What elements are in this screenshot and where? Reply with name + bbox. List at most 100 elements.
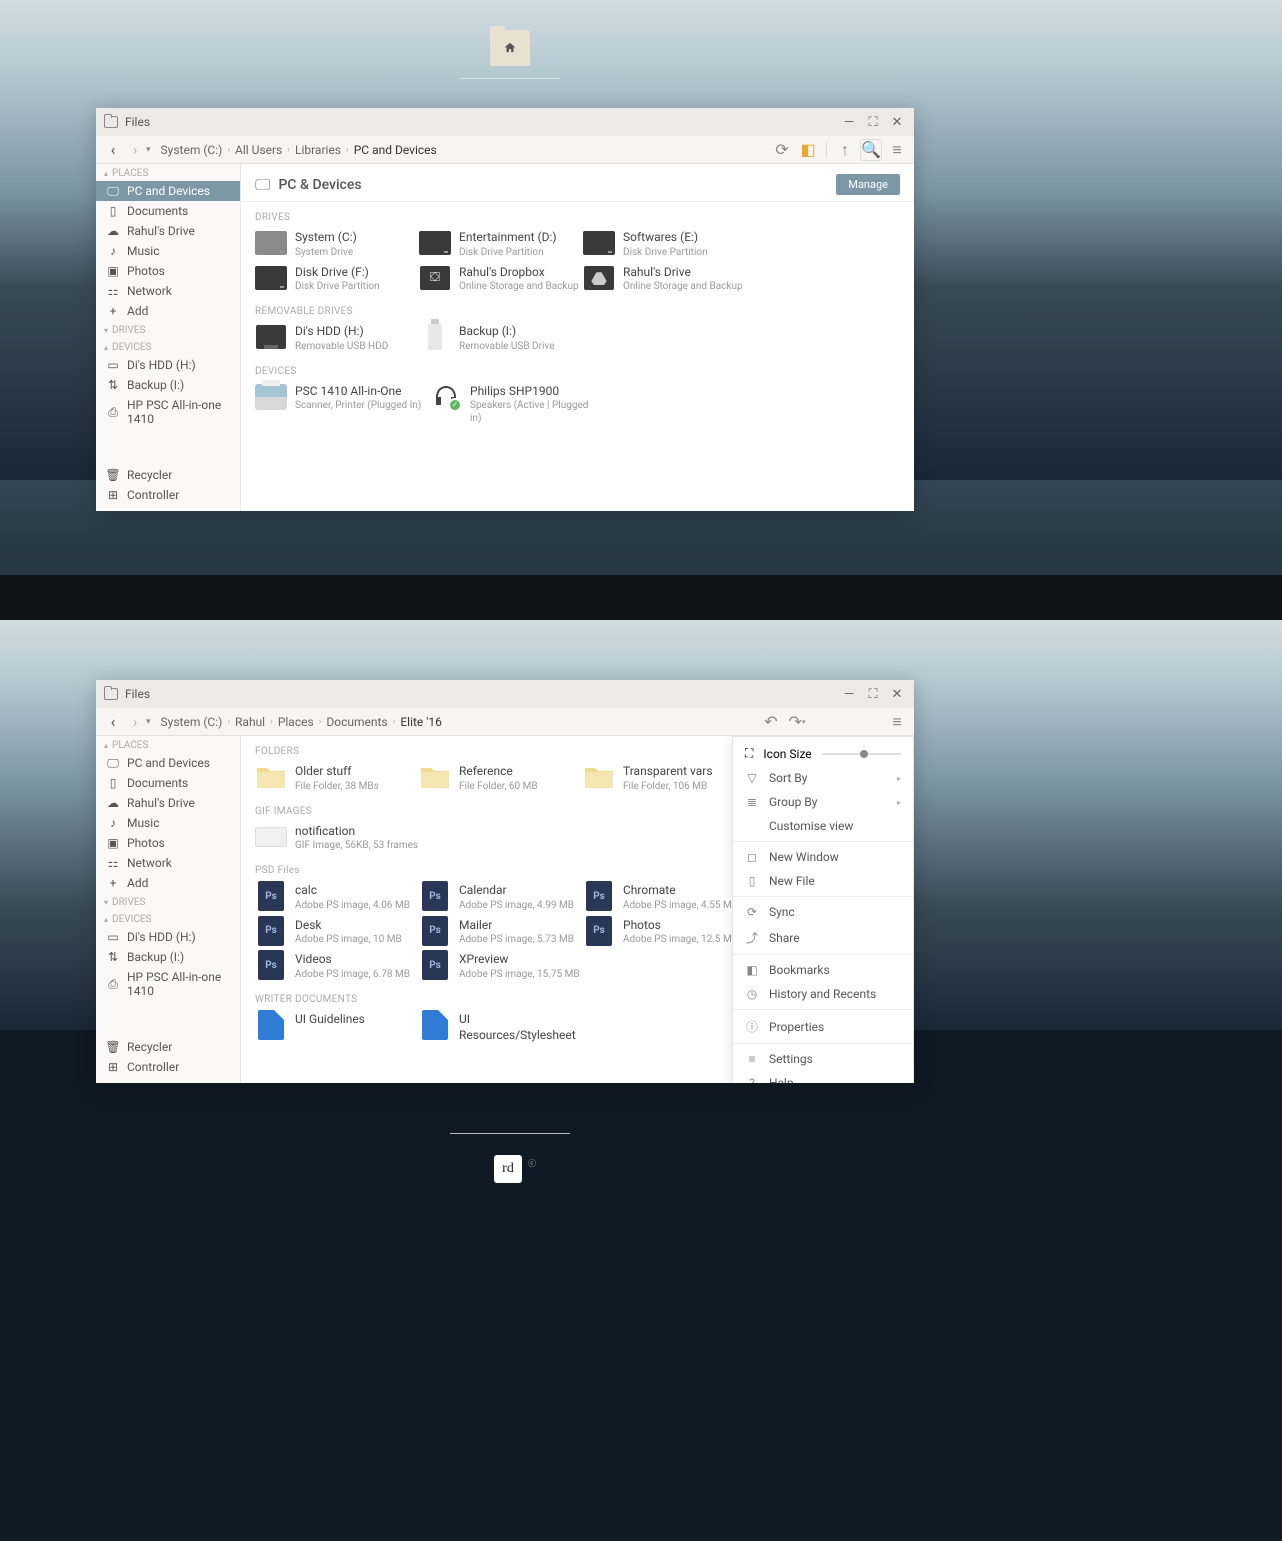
sidebar-section-devices[interactable]: ▴DEVICES: [96, 338, 240, 355]
file-item[interactable]: PsVideosAdobe PS image, 6.78 MB: [255, 949, 419, 984]
removable-item[interactable]: Backup (I:)Removable USB Drive: [419, 321, 583, 356]
menu-share[interactable]: ⤴Share: [733, 924, 913, 951]
sidebar-section-drives[interactable]: ▾DRIVES: [96, 893, 240, 910]
menu-icon[interactable]: ≡: [886, 711, 908, 733]
maximize-button[interactable]: ⛶: [864, 113, 882, 131]
menu-help[interactable]: ?Help: [733, 1071, 913, 1083]
sidebar-item-hdd[interactable]: ▭Di's HDD (H:): [96, 927, 240, 947]
history-dropdown[interactable]: ▾: [146, 717, 151, 727]
up-icon[interactable]: ↑: [834, 139, 856, 161]
device-item[interactable]: ✓Philips SHP1900Speakers (Active | Plugg…: [430, 381, 594, 429]
breadcrumb[interactable]: System (C:): [157, 715, 227, 729]
sidebar-item-drive[interactable]: ☁Rahul's Drive: [96, 221, 240, 241]
breadcrumb[interactable]: All Users: [231, 143, 286, 157]
sidebar-item-recycler[interactable]: 🗑Recycler: [96, 1037, 240, 1057]
manage-button[interactable]: Manage: [836, 174, 900, 195]
back-button[interactable]: ‹: [102, 139, 124, 161]
history-dropdown[interactable]: ▾: [146, 145, 151, 155]
breadcrumb[interactable]: Rahul: [231, 715, 269, 729]
close-button[interactable]: ✕: [888, 685, 906, 703]
file-item[interactable]: PsChromateAdobe PS image, 4.55 MB: [583, 880, 747, 915]
breadcrumb-current[interactable]: PC and Devices: [350, 143, 441, 157]
bookmark-icon[interactable]: ◧: [797, 139, 819, 161]
menu-sort-by[interactable]: ▽Sort By▸: [733, 766, 913, 790]
menu-properties[interactable]: ⓘProperties: [733, 1013, 913, 1040]
sidebar-section-drives[interactable]: ▾DRIVES: [96, 321, 240, 338]
menu-customise[interactable]: Customise view: [733, 814, 913, 838]
device-item[interactable]: PSC 1410 All-in-OneScanner, Printer (Plu…: [255, 381, 430, 429]
drive-item[interactable]: Softwares (E:)Disk Drive Partition: [583, 227, 747, 262]
drive-item[interactable]: ⛋Rahul's DropboxOnline Storage and Backu…: [419, 262, 583, 297]
minimize-button[interactable]: —: [840, 113, 858, 131]
breadcrumb[interactable]: System (C:): [157, 143, 227, 157]
sidebar-item-backup[interactable]: ⇅Backup (I:): [96, 375, 240, 395]
file-item[interactable]: PsCalendarAdobe PS image, 4.99 MB: [419, 880, 583, 915]
forward-button[interactable]: ›: [124, 711, 146, 733]
sidebar-item-printer[interactable]: ⎙HP PSC All-in-one 1410: [96, 967, 240, 1001]
folder-item[interactable]: Older stuffFile Folder, 38 MBs: [255, 761, 419, 796]
maximize-button[interactable]: ⛶: [864, 685, 882, 703]
breadcrumb[interactable]: Libraries: [291, 143, 345, 157]
sidebar-item-recycler[interactable]: 🗑Recycler: [96, 465, 240, 485]
menu-history[interactable]: ◷History and Recents: [733, 982, 913, 1006]
drive-item[interactable]: Entertainment (D:)Disk Drive Partition: [419, 227, 583, 262]
menu-new-file[interactable]: ▯New File: [733, 869, 913, 893]
sidebar-item-controller[interactable]: ⊞Controller: [96, 1057, 240, 1077]
close-button[interactable]: ✕: [888, 113, 906, 131]
breadcrumb-current[interactable]: Elite '16: [396, 715, 446, 729]
file-item[interactable]: PsXPreviewAdobe PS image, 15.75 MB: [419, 949, 583, 984]
redo-icon[interactable]: ↷▾: [786, 711, 808, 733]
sidebar-item-pc-devices[interactable]: 🖵PC and Devices: [96, 753, 240, 773]
sidebar-item-controller[interactable]: ⊞Controller: [96, 485, 240, 505]
sidebar-item-photos[interactable]: ▣Photos: [96, 261, 240, 281]
sidebar-item-add[interactable]: +Add: [96, 873, 240, 893]
minimize-button[interactable]: —: [840, 685, 858, 703]
file-item[interactable]: PsMailerAdobe PS image, 5.73 MB: [419, 915, 583, 950]
file-item[interactable]: PsPhotosAdobe PS image, 12.5 MB: [583, 915, 747, 950]
sidebar-item-backup[interactable]: ⇅Backup (I:): [96, 947, 240, 967]
drive-item[interactable]: Rahul's DriveOnline Storage and Backup: [583, 262, 747, 297]
folder-item[interactable]: ReferenceFile Folder, 60 MB: [419, 761, 583, 796]
menu-bookmarks[interactable]: ◧Bookmarks: [733, 958, 913, 982]
file-item[interactable]: UI Guidelines: [255, 1009, 419, 1046]
sidebar-item-documents[interactable]: ▯Documents: [96, 201, 240, 221]
breadcrumb[interactable]: Places: [274, 715, 318, 729]
sidebar-item-pc-devices[interactable]: 🖵PC and Devices: [96, 181, 240, 201]
menu-icon-size[interactable]: ⛶Icon Size: [733, 741, 913, 766]
sidebar-item-network[interactable]: ⚏Network: [96, 281, 240, 301]
sidebar-section-places[interactable]: ▴PLACES: [96, 736, 240, 753]
sidebar-item-network[interactable]: ⚏Network: [96, 853, 240, 873]
search-icon[interactable]: 🔍: [860, 139, 882, 161]
menu-sync[interactable]: ⟳Sync: [733, 900, 913, 924]
drive-item[interactable]: Disk Drive (F:)Disk Drive Partition: [255, 262, 419, 297]
sidebar-item-drive[interactable]: ☁Rahul's Drive: [96, 793, 240, 813]
sidebar-item-printer[interactable]: ⎙HP PSC All-in-one 1410: [96, 395, 240, 429]
sidebar-item-photos[interactable]: ▣Photos: [96, 833, 240, 853]
file-item[interactable]: PsDeskAdobe PS image, 10 MB: [255, 915, 419, 950]
sidebar-item-music[interactable]: ♪Music: [96, 813, 240, 833]
file-item[interactable]: notificationGIF Image, 56KB, 53 frames: [255, 821, 419, 856]
forward-button[interactable]: ›: [124, 139, 146, 161]
sidebar-item-add[interactable]: +Add: [96, 301, 240, 321]
menu-settings[interactable]: ≡Settings: [733, 1047, 913, 1071]
drive-item[interactable]: System (C:)System Drive: [255, 227, 419, 262]
desktop-home-folder[interactable]: [490, 30, 530, 66]
menu-icon[interactable]: ≡: [886, 139, 908, 161]
menu-group-by[interactable]: ≣Group By▸: [733, 790, 913, 814]
breadcrumb[interactable]: Documents: [322, 715, 391, 729]
removable-item[interactable]: Di's HDD (H:)Removable USB HDD: [255, 321, 419, 356]
sidebar-item-documents[interactable]: ▯Documents: [96, 773, 240, 793]
file-item[interactable]: UI Resources/Stylesheet: [419, 1009, 583, 1046]
file-item[interactable]: PscalcAdobe PS image, 4.06 MB: [255, 880, 419, 915]
undo-icon[interactable]: ↶: [760, 711, 782, 733]
window-icon: ◻: [745, 850, 759, 864]
folder-item[interactable]: Transparent varsFile Folder, 106 MB: [583, 761, 747, 796]
sidebar-item-music[interactable]: ♪Music: [96, 241, 240, 261]
back-button[interactable]: ‹: [102, 711, 124, 733]
sidebar-section-places[interactable]: ▴PLACES: [96, 164, 240, 181]
refresh-icon[interactable]: ⟳: [771, 139, 793, 161]
sidebar-item-hdd[interactable]: ▭Di's HDD (H:): [96, 355, 240, 375]
menu-new-window[interactable]: ◻New Window: [733, 845, 913, 869]
size-slider[interactable]: [822, 753, 901, 755]
sidebar-section-devices[interactable]: ▴DEVICES: [96, 910, 240, 927]
